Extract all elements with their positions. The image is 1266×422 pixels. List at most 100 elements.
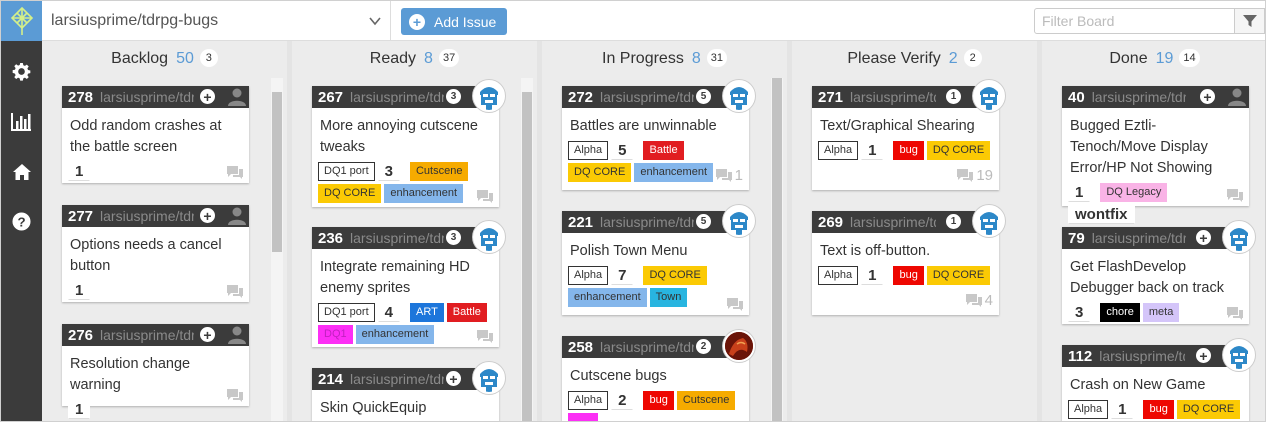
bar-chart-icon[interactable] — [11, 111, 32, 132]
add-assignee-icon[interactable]: + — [446, 371, 461, 386]
column-in-progress: In Progress831 272 larsiusprime/tdrpg-bu… — [542, 41, 787, 421]
issue-number: 277 — [68, 207, 94, 225]
issue-title[interactable]: Crash on New Game — [1062, 367, 1249, 396]
issue-title[interactable]: Polish Town Menu — [562, 233, 749, 262]
issue-card[interactable]: 79 larsiusprime/tdrpg-bugs + Get FlashDe… — [1062, 221, 1255, 324]
add-assignee-icon[interactable]: + — [200, 208, 215, 223]
column-title: Ready — [369, 50, 417, 67]
comment-icon — [477, 190, 493, 203]
issue-repo: larsiusprime/tdrpg-bugs — [350, 371, 444, 387]
estimate-label: 3 — [377, 162, 400, 181]
add-assignee-icon[interactable]: + — [200, 327, 215, 342]
add-assignee-icon[interactable]: + — [1196, 348, 1211, 363]
assignee-avatar[interactable] — [1223, 339, 1255, 371]
issue-card[interactable]: 214 larsiusprime/tdrpg-bugs + Skin Quick… — [312, 362, 505, 421]
comment-icon — [227, 166, 243, 179]
issue-title[interactable]: Cutscene bugs — [562, 358, 749, 387]
filter-button[interactable] — [1235, 8, 1265, 34]
issue-card[interactable]: 40 larsiusprime/tdrpg-bugs + Bugged Eztl… — [1062, 86, 1249, 224]
column-header: Backlog 50 3 — [42, 49, 287, 69]
person-icon — [1228, 88, 1246, 106]
issue-title[interactable]: Skin QuickEquip — [312, 390, 499, 419]
label-wontfix: wontfix — [1068, 205, 1135, 224]
comments-indicator[interactable]: 4 — [965, 292, 993, 309]
assignee-avatar[interactable] — [473, 362, 505, 394]
scrollbar[interactable] — [271, 78, 283, 421]
comments-indicator[interactable] — [227, 285, 243, 298]
scrollbar[interactable] — [521, 78, 533, 421]
assignee-avatar[interactable] — [723, 205, 755, 237]
home-icon[interactable] — [11, 161, 32, 182]
issue-title[interactable]: More annoying cutscene tweaks — [312, 108, 499, 158]
add-assignee-icon[interactable]: + — [200, 89, 215, 104]
filter-board-input[interactable] — [1034, 8, 1235, 34]
comments-indicator[interactable] — [477, 190, 493, 203]
issue-card[interactable]: 112 larsiusprime/tdrpg-bugs + Crash on N… — [1062, 339, 1255, 421]
label-list: Alpha 1 bug DQ CORE — [812, 137, 999, 160]
column-title: Done — [1109, 50, 1148, 67]
issue-title[interactable]: Battles are unwinnable — [562, 108, 749, 137]
issue-title[interactable]: Resolution change warning — [62, 346, 249, 396]
label-list: Alpha 2 bug Cutscene — [562, 387, 749, 421]
assignee-avatar[interactable] — [473, 221, 505, 253]
scrollbar[interactable] — [771, 78, 783, 421]
issue-title[interactable]: Get FlashDevelop Debugger back on track — [1062, 249, 1249, 299]
comments-indicator[interactable] — [1227, 189, 1243, 202]
estimate-label: 1 — [68, 400, 91, 419]
assignee-count: 3 — [446, 230, 461, 245]
issue-title[interactable]: Text is off-button. — [812, 233, 999, 262]
label-battle: Battle — [446, 303, 487, 322]
assignee-avatar[interactable] — [973, 205, 1005, 237]
comments-indicator[interactable] — [477, 330, 493, 343]
issue-card[interactable]: 276 larsiusprime/tdrpg-bugs + Resolution… — [62, 324, 249, 419]
assignee-avatar[interactable] — [473, 80, 505, 112]
issue-card[interactable]: 272 larsiusprime/tdrpg-bugs 5 Battles ar… — [562, 80, 755, 190]
issue-card[interactable]: 236 larsiusprime/tdrpg-bugs 3 Integrate … — [312, 221, 505, 347]
comments-indicator[interactable] — [727, 298, 743, 311]
add-assignee-icon[interactable]: + — [1200, 89, 1215, 104]
issue-card[interactable]: 277 larsiusprime/tdrpg-bugs + Options ne… — [62, 205, 249, 302]
settings-gear-icon[interactable] — [11, 61, 32, 82]
issue-repo: larsiusprime/tdrpg-bugs — [1091, 230, 1186, 246]
issue-title[interactable]: Odd random crashes at the battle screen — [62, 108, 249, 158]
comments-indicator[interactable] — [227, 389, 243, 402]
issue-title[interactable]: Bugged Eztli-Tenoch/Move Display Error/H… — [1062, 108, 1249, 179]
add-assignee-icon[interactable]: + — [1196, 230, 1211, 245]
column-please-verify: Please Verify 22 271 larsiusprime/tdrpg-b… — [792, 41, 1037, 421]
label-enhancement: enhancement — [384, 184, 464, 203]
estimate-label: 2 — [611, 391, 634, 410]
comments-indicator[interactable] — [227, 166, 243, 179]
avatar-icon — [725, 332, 753, 360]
app-logo[interactable] — [1, 1, 42, 41]
scrollbar-thumb[interactable] — [522, 92, 532, 421]
issue-card[interactable]: 267 larsiusprime/tdrpg-bugs 3 More annoy… — [312, 80, 505, 207]
assignee-avatar[interactable] — [973, 80, 1005, 112]
issue-title[interactable]: Integrate remaining HD enemy sprites — [312, 249, 499, 299]
issue-card[interactable]: 269 larsiusprime/tdrpg-bugs 1 Text is of… — [812, 205, 1005, 315]
comments-indicator[interactable]: 1 — [715, 167, 743, 184]
comments-indicator[interactable] — [1227, 307, 1243, 320]
assignee-count: 1 — [946, 89, 961, 104]
help-icon[interactable]: ? — [11, 211, 32, 232]
issue-card[interactable]: 258 larsiusprime/tdrpg-bugs 2 Cutscene b… — [562, 330, 755, 421]
issue-card[interactable]: 221 larsiusprime/tdrpg-bugs 5 Polish Tow… — [562, 205, 755, 315]
app-window: larsiusprime/tdrpg-bugs + Add Issue ? — [0, 0, 1266, 422]
issue-title[interactable]: Options needs a cancel button — [62, 227, 249, 277]
assignee-avatar[interactable] — [1223, 221, 1255, 253]
scrollbar-thumb[interactable] — [272, 92, 282, 252]
issue-card[interactable]: 271 larsiusprime/tdrpg-bugs 1 Text/Graph… — [812, 80, 1005, 190]
issue-card[interactable]: 278 larsiusprime/tdrpg-bugs + Odd random… — [62, 86, 249, 183]
issue-repo: larsiusprime/tdrpg-bugs — [100, 327, 194, 343]
assignee-avatar[interactable] — [723, 330, 755, 362]
assignee-avatar[interactable] — [723, 80, 755, 112]
issue-repo: larsiusprime/tdrpg-bugs — [350, 89, 444, 105]
add-issue-button[interactable]: + Add Issue — [401, 8, 507, 35]
card-header: 214 larsiusprime/tdrpg-bugs + — [312, 362, 505, 394]
add-issue-label: Add Issue — [434, 13, 497, 30]
scrollbar-thumb[interactable] — [772, 78, 782, 421]
label-list: Alpha 1 bug DQ CORE — [1062, 396, 1249, 419]
issue-repo: larsiusprime/tdrpg-bugs — [850, 214, 936, 230]
issue-title[interactable]: Text/Graphical Shearing — [812, 108, 999, 137]
comments-indicator[interactable]: 19 — [957, 167, 993, 184]
repo-selector[interactable]: larsiusprime/tdrpg-bugs — [42, 1, 391, 41]
